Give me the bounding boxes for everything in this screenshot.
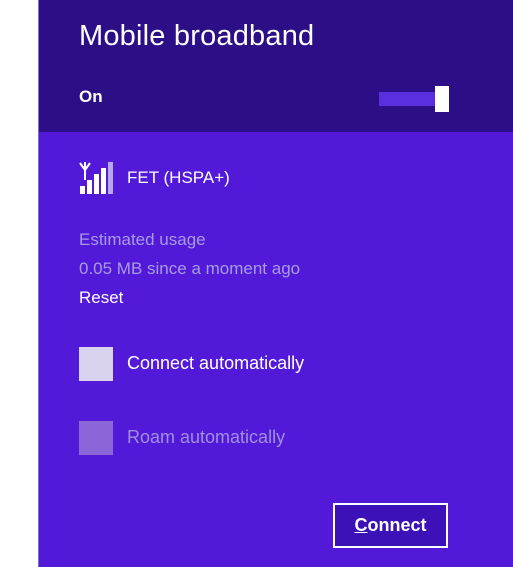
toggle-state-label: On [79,87,103,106]
connect-automatically-checkbox[interactable] [79,347,113,381]
network-name: FET (HSPA+) [127,168,230,187]
connect-label-rest: onnect [367,515,427,535]
signal-strength-icon [79,162,113,194]
panel-title: Mobile broadband [79,20,315,52]
usage-value: 0.05 MB since a moment ago [79,259,301,278]
mobile-broadband-toggle[interactable] [379,86,451,112]
toggle-thumb[interactable] [435,86,449,112]
connect-automatically-label: Connect automatically [127,353,305,373]
usage-label: Estimated usage [79,230,206,249]
roam-automatically-checkbox [79,421,113,455]
mobile-broadband-panel: Mobile broadband On FET (HSPA+) Estimate… [38,0,513,567]
roam-automatically-label: Roam automatically [127,427,286,447]
reset-link[interactable]: Reset [79,288,123,308]
network-item[interactable]: FET (HSPA+) [79,160,379,196]
connect-button[interactable]: Connect [333,503,448,548]
panel-header: Mobile broadband On [39,0,513,132]
connect-mnemonic: C [354,515,368,535]
toggle-track [379,92,435,106]
